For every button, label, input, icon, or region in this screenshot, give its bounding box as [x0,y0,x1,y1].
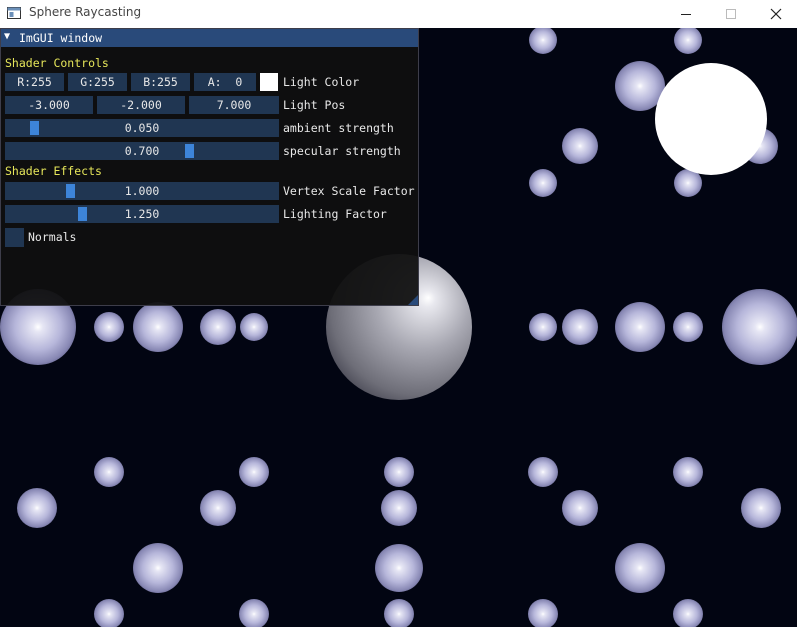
specular-strength-label: specular strength [283,144,401,158]
close-button[interactable] [753,0,797,28]
app-icon [7,7,21,19]
minimize-icon [681,14,691,15]
shader-controls-header: Shader Controls [5,56,109,70]
normals-label: Normals [28,230,77,244]
close-icon [770,8,782,20]
light-color-label: Light Color [283,75,360,89]
lighting-factor-label: Lighting Factor [283,207,387,221]
ambient-strength-label: ambient strength [283,121,394,135]
light-color-r-field[interactable]: R:255 [5,73,64,91]
resize-grip[interactable] [408,295,418,305]
vertex-scale-value: 1.000 [124,184,160,198]
specular-strength-value: 0.700 [124,144,160,158]
minimize-button[interactable] [663,0,709,28]
maximize-icon [726,9,736,19]
ambient-strength-slider[interactable]: 0.050 [5,119,279,137]
ambient-strength-value: 0.050 [124,121,160,135]
light-source-sphere [655,63,767,175]
window-title: Sphere Raycasting [29,5,142,19]
light-pos-y-field[interactable]: -2.000 [97,96,185,114]
shader-effects-header: Shader Effects [5,164,102,178]
imgui-title: ImGUI window [19,31,103,45]
light-color-swatch[interactable] [260,73,278,91]
imgui-window[interactable]: ▼ ImGUI window Shader Controls R:255 G:2… [0,28,419,306]
maximize-button[interactable] [708,0,754,28]
lighting-factor-slider[interactable]: 1.250 [5,205,279,223]
lighting-factor-value: 1.250 [124,207,160,221]
specular-strength-slider[interactable]: 0.700 [5,142,279,160]
light-pos-x-field[interactable]: -3.000 [5,96,93,114]
normals-checkbox[interactable] [5,228,24,247]
vertex-scale-label: Vertex Scale Factor [283,184,415,198]
light-color-a-field[interactable]: A: 0 [194,73,256,91]
imgui-titlebar[interactable]: ▼ ImGUI window [1,29,418,47]
collapse-arrow-icon[interactable]: ▼ [4,31,10,42]
light-color-b-field[interactable]: B:255 [131,73,190,91]
vertex-scale-slider[interactable]: 1.000 [5,182,279,200]
light-pos-z-field[interactable]: 7.000 [189,96,279,114]
light-pos-label: Light Pos [283,98,346,112]
light-color-g-field[interactable]: G:255 [68,73,127,91]
window-titlebar[interactable]: Sphere Raycasting [0,0,797,28]
